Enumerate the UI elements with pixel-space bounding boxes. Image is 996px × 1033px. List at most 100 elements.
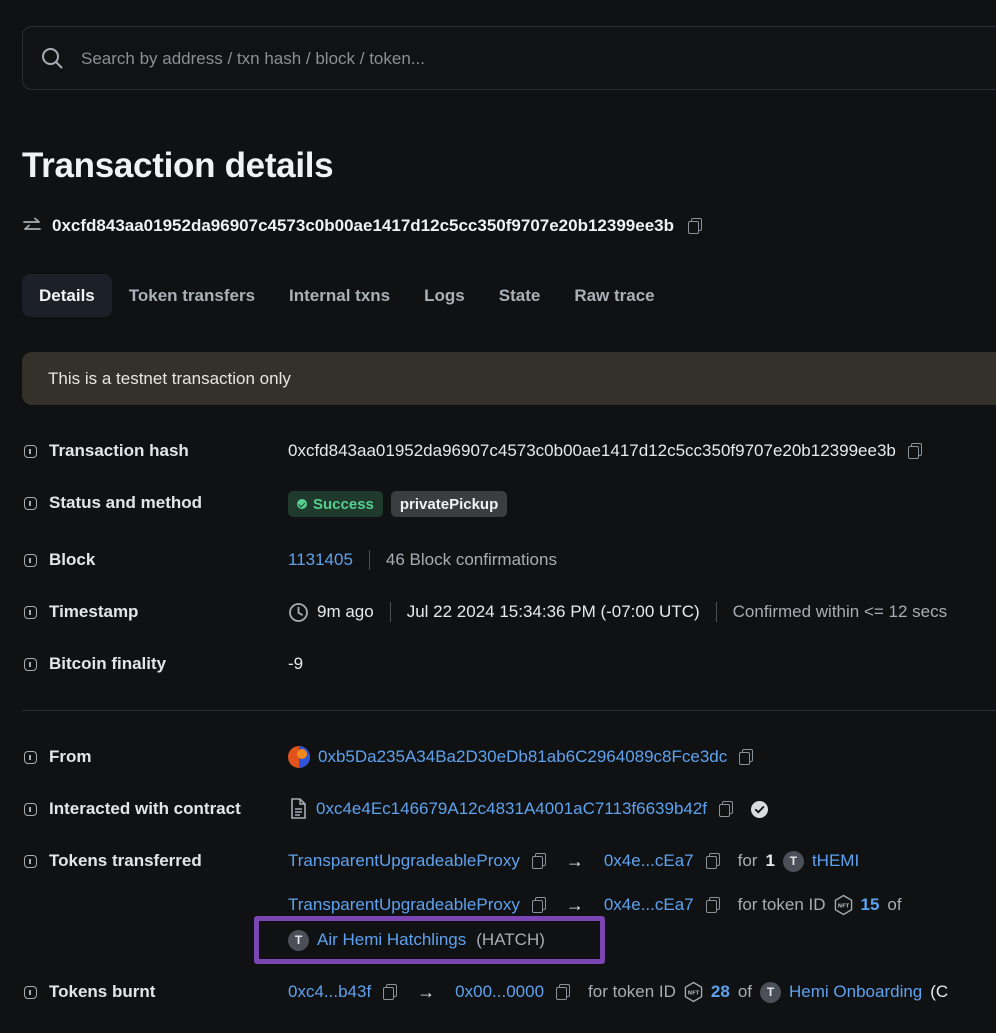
burn-from-link[interactable]: 0xc4...b43f [288,982,371,1002]
value-contract: 0xc4e4Ec146679A12c4831A4001aC7113f6639b4… [288,796,769,822]
copy-icon[interactable] [383,984,398,1000]
value-bitcoin-finality: -9 [288,651,303,677]
verified-check-icon [751,800,769,818]
info-icon[interactable] [24,854,37,868]
arrow-right-icon: → [565,850,584,871]
row-label-from: From [24,745,92,769]
label-text: Interacted with contract [49,799,241,818]
token-transfer-row: TransparentUpgradeableProxy → 0x4e...cEa… [288,892,902,918]
copy-icon[interactable] [531,853,546,869]
check-circle-icon [297,499,307,509]
info-icon[interactable] [24,985,37,999]
status-badge: Success [288,491,383,517]
value-block: 1131405 46 Block confirmations [288,547,557,573]
copy-icon[interactable] [907,443,922,459]
label-text: Tokens burnt [49,982,156,1001]
tab-bar: Details Token transfers Internal txns Lo… [22,274,672,317]
label-text: Transaction hash [49,441,189,460]
transfer-to-link[interactable]: 0x4e...cEa7 [604,851,694,871]
row-label-tokens-transferred: Tokens transferred [24,849,202,873]
token-burn-row: 0xc4...b43f → 0x00...0000 for token ID N… [288,979,948,1005]
transfer-from-link[interactable]: TransparentUpgradeableProxy [288,851,520,871]
bitcoin-finality-value: -9 [288,654,304,673]
row-label-status: Status and method [24,491,202,515]
info-icon[interactable] [24,750,37,764]
info-icon[interactable] [24,496,37,510]
burn-to-link[interactable]: 0x00...0000 [455,982,544,1002]
label-text: From [49,747,92,766]
testnet-banner: This is a testnet transaction only [22,352,996,405]
token-transfer-row: TransparentUpgradeableProxy → 0x4e...cEa… [288,848,859,874]
tab-internal-txns[interactable]: Internal txns [272,274,407,317]
block-number-link[interactable]: 1131405 [288,550,353,570]
value-tx-hash: 0xcfd843aa01952da96907c4573c0b00ae1417d1… [288,438,922,464]
page-title: Transaction details [22,146,334,185]
divider [389,602,391,622]
label-text: Block [49,550,96,569]
transfer-amount: 1 [765,851,775,870]
token-icon: T [760,981,782,1003]
row-label-tx-hash: Transaction hash [24,439,189,463]
from-address-link[interactable]: 0xb5Da235A34Ba2D30eDb81ab6C2964089c8Fce3… [318,747,727,767]
copy-icon[interactable] [705,897,720,913]
copy-icon[interactable] [705,853,720,869]
status-text: Success [313,495,374,513]
info-icon[interactable] [24,605,37,619]
contract-file-icon [288,798,308,820]
transfer-from-link[interactable]: TransparentUpgradeableProxy [288,895,520,915]
nft-icon: NFT [684,981,703,1003]
token-link[interactable]: Hemi Onboarding [789,982,922,1002]
svg-text:NFT: NFT [688,990,700,996]
tab-state[interactable]: State [482,274,558,317]
label-text: Bitcoin finality [49,654,167,673]
arrow-right-icon: → [417,981,436,1002]
time-ago: 9m ago [317,602,374,621]
copy-icon[interactable] [719,801,734,817]
method-badge: privatePickup [390,491,508,517]
tab-details[interactable]: Details [22,274,112,317]
timestamp-value: Jul 22 2024 15:34:36 PM (-07:00 UTC) [406,602,700,621]
value-from: 0xb5Da235A34Ba2D30eDb81ab6C2964089c8Fce3… [288,744,754,770]
divider [368,550,370,570]
for-token-id-text: for token ID [737,895,826,914]
tab-token-transfers[interactable]: Token transfers [112,274,272,317]
row-label-tokens-burnt: Tokens burnt [24,980,155,1004]
search-input[interactable] [79,27,983,91]
clock-icon [288,602,309,623]
search-icon [40,46,64,70]
contract-address-link[interactable]: 0xc4e4Ec146679A12c4831A4001aC7113f6639b4… [316,799,707,819]
info-icon[interactable] [24,553,37,567]
tx-hash-value: 0xcfd843aa01952da96907c4573c0b00ae1417d1… [288,441,896,460]
info-icon[interactable] [24,657,37,671]
token-id-link[interactable]: 28 [711,982,730,1002]
row-label-interacted: Interacted with contract [24,797,241,821]
copy-icon[interactable] [688,218,702,234]
section-divider [22,710,996,711]
of-text: of [737,982,753,1001]
copy-icon[interactable] [739,749,754,765]
label-text: Tokens transferred [49,851,202,870]
tx-hash-header: 0xcfd843aa01952da96907c4573c0b00ae1417d1… [22,214,702,238]
info-icon[interactable] [24,802,37,816]
for-text: for [737,851,758,870]
address-avatar-icon [288,746,310,768]
row-label-timestamp: Timestamp [24,600,138,624]
value-status: Success privatePickup [288,491,508,517]
for-token-id-text: for token ID [588,982,676,1001]
highlight-box [254,916,605,964]
transfer-to-link[interactable]: 0x4e...cEa7 [604,895,694,915]
search-bar[interactable] [22,26,996,91]
divider [715,602,717,622]
tx-hash-header-text: 0xcfd843aa01952da96907c4573c0b00ae1417d1… [52,216,674,235]
of-text: of [887,895,902,914]
info-icon[interactable] [24,444,37,458]
confirmed-within: Confirmed within <= 12 secs [732,602,948,621]
nft-icon: NFT [834,894,853,916]
copy-icon[interactable] [556,984,571,1000]
tab-logs[interactable]: Logs [407,274,482,317]
tab-raw-trace[interactable]: Raw trace [557,274,671,317]
token-link[interactable]: tHEMI [812,851,859,871]
token-id-link[interactable]: 15 [861,895,880,915]
copy-icon[interactable] [531,897,546,913]
block-confirmations: 46 Block confirmations [385,550,557,569]
